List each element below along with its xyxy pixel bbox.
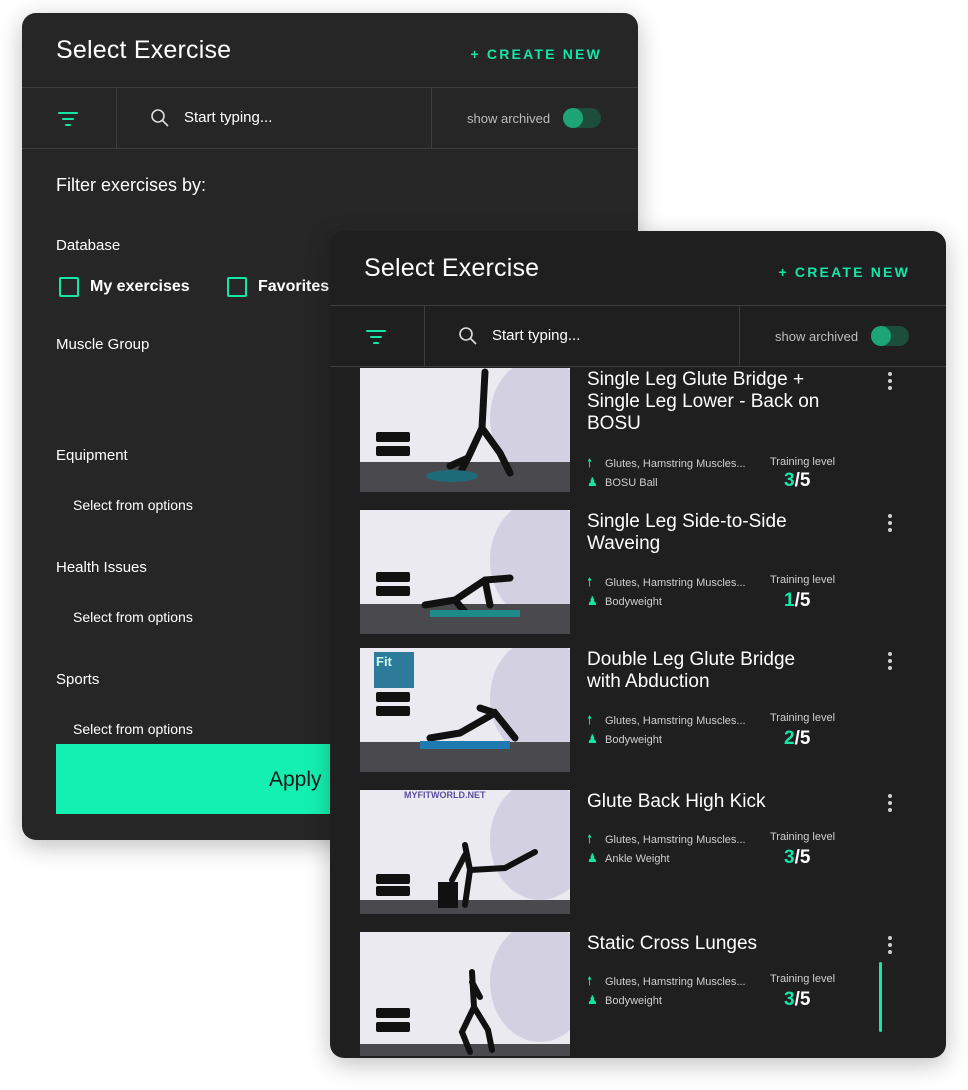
filter-toggle-button[interactable] xyxy=(330,306,425,366)
muscle-tag: 🠕 Glutes, Hamstring Muscles... xyxy=(587,711,746,732)
search-bar: Start typing... show archived xyxy=(330,305,946,367)
training-level-value: 3/5 xyxy=(784,847,811,868)
brand-banner: MYFITWORLD.NET xyxy=(404,790,486,800)
equipment-icon: ♟ xyxy=(587,594,598,608)
muscle-icon: 🠕 xyxy=(587,713,593,727)
equipment-icon: ♟ xyxy=(587,851,598,865)
muscle-icon: 🠕 xyxy=(587,974,593,988)
equipment-select[interactable]: Select from options xyxy=(73,497,193,513)
more-icon[interactable] xyxy=(888,514,892,532)
muscle-icon: 🠕 xyxy=(587,456,593,470)
exercise-item[interactable]: Fit Double Leg Glute Bridge with Abducti… xyxy=(360,648,920,774)
search-placeholder: Start typing... xyxy=(184,109,273,126)
training-level-value: 3/5 xyxy=(784,470,811,491)
health-issues-label: Health Issues xyxy=(56,559,147,576)
search-icon xyxy=(459,327,477,345)
more-icon[interactable] xyxy=(888,794,892,812)
apply-label: Apply xyxy=(269,768,322,791)
favorites-checkbox[interactable] xyxy=(227,277,247,297)
search-bar: Start typing... show archived xyxy=(22,87,638,149)
exercise-name: Single Leg Side-to-Side Waveing xyxy=(587,511,787,554)
search-input[interactable]: Start typing... xyxy=(117,88,432,148)
muscle-tag: 🠕 Glutes, Hamstring Muscles... xyxy=(587,830,746,851)
muscle-icon: 🠕 xyxy=(587,575,593,589)
panel-header: Select Exercise + CREATE NEW xyxy=(330,231,946,305)
exercise-list-panel: Select Exercise + CREATE NEW Start typin… xyxy=(330,231,946,1058)
muscle-tag: 🠕 Glutes, Hamstring Muscles... xyxy=(587,573,746,594)
exercise-item[interactable]: Single Leg Glute Bridge + Single Leg Low… xyxy=(360,368,920,494)
exercise-thumbnail xyxy=(360,510,570,634)
equipment-tag: ♟ Bodyweight xyxy=(587,993,662,1007)
muscle-tag: 🠕 Glutes, Hamstring Muscles... xyxy=(587,972,746,993)
muscle-icon: 🠕 xyxy=(587,832,593,846)
equipment-icon: ♟ xyxy=(587,732,598,746)
muscle-group-label: Muscle Group xyxy=(56,336,150,353)
exercise-item[interactable]: Single Leg Side-to-Side Waveing 🠕 Glutes,… xyxy=(360,510,920,636)
filter-icon xyxy=(366,330,388,346)
exercise-name: Glute Back High Kick xyxy=(587,791,766,812)
exercise-thumbnail xyxy=(360,368,570,492)
muscle-tag: 🠕 Glutes, Hamstring Muscles... xyxy=(587,454,746,475)
fit-logo: Fit xyxy=(374,652,414,688)
sports-label: Sports xyxy=(56,671,100,688)
equipment-icon: ♟ xyxy=(587,475,598,489)
exercise-list[interactable]: Single Leg Glute Bridge + Single Leg Low… xyxy=(330,366,946,1058)
create-new-button[interactable]: + CREATE NEW xyxy=(470,46,602,62)
exercise-name: Static Cross Lunges xyxy=(587,933,758,954)
my-exercises-checkbox[interactable] xyxy=(59,277,79,297)
database-label: Database xyxy=(56,237,121,254)
show-archived-toggle[interactable] xyxy=(563,108,601,128)
training-level-label: Training level xyxy=(770,831,836,843)
search-icon xyxy=(151,109,169,127)
equipment-tag: ♟ BOSU Ball xyxy=(587,475,658,489)
more-icon[interactable] xyxy=(888,652,892,670)
list-scrollbar[interactable] xyxy=(879,962,882,1032)
filter-toggle-button[interactable] xyxy=(22,88,117,148)
exercise-thumbnail xyxy=(360,932,570,1056)
more-icon[interactable] xyxy=(888,372,892,390)
equipment-label: Equipment xyxy=(56,447,128,464)
equipment-tag: ♟ Ankle Weight xyxy=(587,851,670,865)
training-level-label: Training level xyxy=(770,456,836,468)
filter-heading: Filter exercises by: xyxy=(56,175,207,195)
training-level-value: 3/5 xyxy=(784,989,811,1010)
favorites-label: Favorites xyxy=(258,278,330,295)
create-new-button[interactable]: + CREATE NEW xyxy=(778,264,910,280)
exercise-item[interactable]: MYFITWORLD.NET Glute Back High Kick 🠕 Glu… xyxy=(360,790,920,916)
exercise-name: Double Leg Glute Bridge with Abduction xyxy=(587,649,796,692)
equipment-icon: ♟ xyxy=(587,993,598,1007)
equipment-tag: ♟ Bodyweight xyxy=(587,732,662,746)
health-issues-select[interactable]: Select from options xyxy=(73,609,193,625)
show-archived-label: show archived xyxy=(775,329,859,344)
exercise-name: Single Leg Glute Bridge + Single Leg Low… xyxy=(587,369,820,434)
more-icon[interactable] xyxy=(888,936,892,954)
my-exercises-label: My exercises xyxy=(90,278,190,295)
show-archived-control: show archived xyxy=(432,88,638,148)
search-input[interactable]: Start typing... xyxy=(425,306,740,366)
training-level-label: Training level xyxy=(770,574,836,586)
show-archived-control: show archived xyxy=(740,306,946,366)
training-level-value: 1/5 xyxy=(784,590,811,611)
panel-title: Select Exercise xyxy=(364,254,540,282)
equipment-tag: ♟ Bodyweight xyxy=(587,594,662,608)
training-level-label: Training level xyxy=(770,712,836,724)
panel-title: Select Exercise xyxy=(56,36,232,64)
search-placeholder: Start typing... xyxy=(492,327,581,344)
show-archived-toggle[interactable] xyxy=(871,326,909,346)
exercise-thumbnail: Fit xyxy=(360,648,570,772)
panel-header: Select Exercise + CREATE NEW xyxy=(22,13,638,87)
exercise-item[interactable]: Static Cross Lunges 🠕 Glutes, Hamstring M… xyxy=(360,932,920,1058)
sports-select[interactable]: Select from options xyxy=(73,721,193,737)
training-level-label: Training level xyxy=(770,973,836,985)
training-level-value: 2/5 xyxy=(784,728,811,749)
exercise-thumbnail: MYFITWORLD.NET xyxy=(360,790,570,914)
show-archived-label: show archived xyxy=(467,111,551,126)
filter-icon xyxy=(58,112,80,128)
